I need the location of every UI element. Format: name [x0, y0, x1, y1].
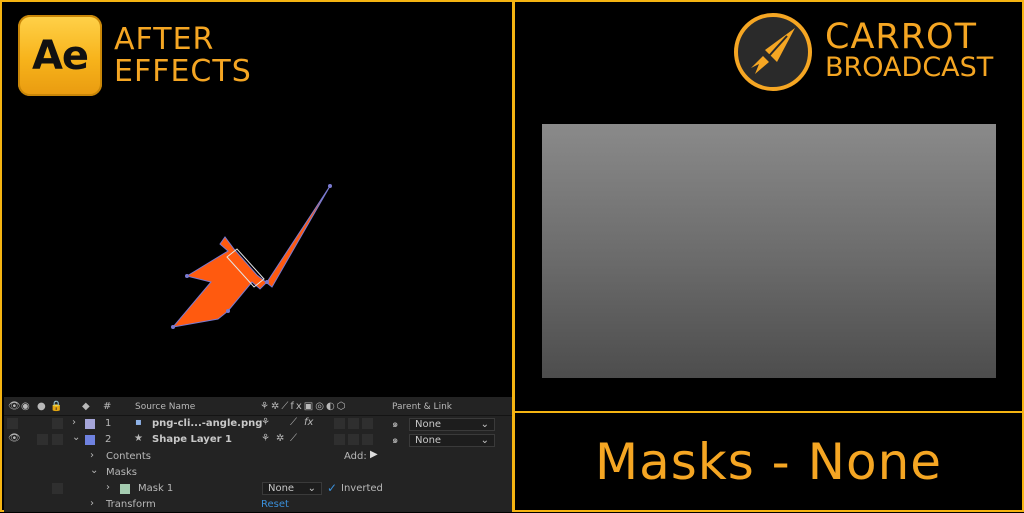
- mask-color-swatch[interactable]: [120, 484, 130, 494]
- layer-row-2[interactable]: 👁 ⌄ 2 ★ Shape Layer 1 ⚘ ✲ ⟋ ๑ None ⌄: [4, 432, 512, 448]
- lock-icon[interactable]: 🔒: [50, 401, 62, 412]
- mask-mode-select[interactable]: None ⌄: [262, 482, 322, 495]
- audio-icon[interactable]: ◉: [21, 401, 30, 412]
- expand-chevron-icon[interactable]: ›: [72, 417, 76, 428]
- path-vertex-handle[interactable]: [171, 325, 175, 329]
- visibility-eye-icon[interactable]: 👁: [8, 401, 21, 412]
- path-vertex-handle[interactable]: [265, 280, 269, 284]
- layer-name[interactable]: png-cli...-angle.png: [152, 418, 262, 429]
- layer-color-label[interactable]: [85, 419, 95, 429]
- star-icon: ★: [134, 433, 143, 444]
- layer-name[interactable]: Shape Layer 1: [152, 434, 232, 445]
- visibility-eye-icon[interactable]: 👁: [8, 433, 21, 444]
- ae-title-line1: AFTER: [114, 22, 215, 57]
- inverted-checkbox-check-icon[interactable]: ✓: [327, 481, 337, 495]
- carrot-broadcast-panel: CARROT BROADCAST: [513, 0, 1024, 413]
- mask-name[interactable]: Mask 1: [138, 483, 173, 494]
- switch-box[interactable]: [334, 434, 345, 445]
- shy-switch-icon[interactable]: ⚘: [261, 417, 270, 428]
- contents-label: Contents: [106, 451, 151, 462]
- transform-label: Transform: [106, 499, 156, 510]
- ae-title-line2: EFFECTS: [114, 54, 252, 89]
- quality-switch-icon[interactable]: ⟋: [290, 433, 297, 444]
- cb-title-line2: BROADCAST: [825, 52, 994, 83]
- timeline-header: 👁 ◉ ● 🔒 ◆ # Source Name ⚘✲⟋fx▣◎◐⬡ Parent…: [4, 399, 512, 416]
- path-vertex-handle[interactable]: [226, 309, 230, 313]
- collapse-chevron-icon[interactable]: ⌄: [90, 465, 98, 476]
- solo-icon[interactable]: ●: [37, 401, 46, 412]
- pick-whip-icon[interactable]: ๑: [392, 417, 398, 432]
- carrot-broadcast-logo: [734, 13, 812, 91]
- parent-link-header[interactable]: Parent & Link: [392, 402, 452, 412]
- switch-box[interactable]: [334, 418, 345, 429]
- composition-viewer[interactable]: [2, 97, 512, 397]
- parent-select[interactable]: None ⌄: [409, 418, 495, 431]
- chevron-down-icon: ⌄: [307, 483, 316, 494]
- layer-number: 1: [105, 418, 112, 429]
- shy-switch-icon[interactable]: ⚘: [261, 433, 270, 444]
- source-name-header[interactable]: Source Name: [135, 402, 195, 412]
- after-effects-title: AFTER EFFECTS: [114, 24, 252, 88]
- parent-select[interactable]: None ⌄: [409, 434, 495, 447]
- path-vertex-handle[interactable]: [328, 184, 332, 188]
- parent-value: None: [415, 435, 442, 446]
- lock-toggle[interactable]: [52, 483, 63, 494]
- inverted-label: Inverted: [341, 483, 383, 494]
- layer-color-label[interactable]: [85, 435, 95, 445]
- tutorial-title: Masks - None: [594, 432, 943, 491]
- chevron-down-icon: ⌄: [480, 435, 489, 446]
- carrot-broadcast-title: CARROT BROADCAST: [825, 20, 993, 82]
- add-label: Add:: [344, 451, 367, 462]
- switch-box[interactable]: [348, 418, 359, 429]
- parent-value: None: [415, 419, 442, 430]
- switches-header-icons: ⚘✲⟋fx▣◎◐⬡: [260, 401, 348, 412]
- cb-title-line1: CARROT: [825, 17, 977, 57]
- switch-box[interactable]: [348, 434, 359, 445]
- after-effects-panel: Ae AFTER EFFECTS 👁 ◉ ● 🔒 ◆ # Source Name…: [0, 0, 514, 512]
- expand-chevron-icon[interactable]: ›: [106, 482, 110, 493]
- chevron-down-icon: ⌄: [480, 419, 489, 430]
- quality-switch-icon[interactable]: ⟋: [290, 417, 297, 428]
- switch-box[interactable]: [362, 434, 373, 445]
- pick-whip-icon[interactable]: ๑: [392, 433, 398, 448]
- transform-row[interactable]: › Transform Reset: [4, 497, 512, 513]
- mask-mode-value: None: [268, 483, 295, 494]
- masks-row[interactable]: ⌄ Masks: [4, 465, 512, 481]
- label-tag-icon[interactable]: ◆: [82, 401, 90, 412]
- expand-chevron-icon[interactable]: ›: [90, 498, 94, 509]
- timeline-panel: 👁 ◉ ● 🔒 ◆ # Source Name ⚘✲⟋fx▣◎◐⬡ Parent…: [4, 397, 512, 512]
- add-menu-icon[interactable]: ▶: [370, 449, 378, 460]
- composition-canvas[interactable]: [2, 97, 512, 397]
- ae-logo-text: Ae: [31, 32, 89, 79]
- after-effects-logo: Ae: [18, 15, 102, 96]
- collapse-switch-icon[interactable]: ✲: [276, 433, 284, 444]
- layer-number: 2: [105, 434, 112, 445]
- contents-row[interactable]: › Contents Add: ▶: [4, 449, 512, 465]
- fx-switch-icon[interactable]: fx: [304, 417, 313, 428]
- shape-layer-arrow[interactable]: [171, 185, 331, 328]
- visibility-toggle[interactable]: [7, 418, 18, 429]
- layer-row-1[interactable]: › 1 ▪ png-cli...-angle.png ⚘ ⟋ fx ๑ None…: [4, 416, 512, 432]
- masks-label: Masks: [106, 467, 137, 478]
- collapse-chevron-icon[interactable]: ⌄: [72, 432, 80, 443]
- preview-panel: [542, 124, 996, 378]
- image-icon: ▪: [135, 417, 142, 428]
- switch-box[interactable]: [362, 418, 373, 429]
- layer-number-header: #: [103, 401, 112, 412]
- title-panel: Masks - None: [513, 411, 1024, 512]
- mask1-row[interactable]: › Mask 1 None ⌄ ✓ Inverted: [4, 481, 512, 497]
- path-vertex-handle[interactable]: [185, 274, 189, 278]
- lock-toggle[interactable]: [52, 434, 63, 445]
- reset-link[interactable]: Reset: [261, 499, 289, 510]
- lock-toggle[interactable]: [52, 418, 63, 429]
- solo-toggle[interactable]: [37, 434, 48, 445]
- expand-chevron-icon[interactable]: ›: [90, 450, 94, 461]
